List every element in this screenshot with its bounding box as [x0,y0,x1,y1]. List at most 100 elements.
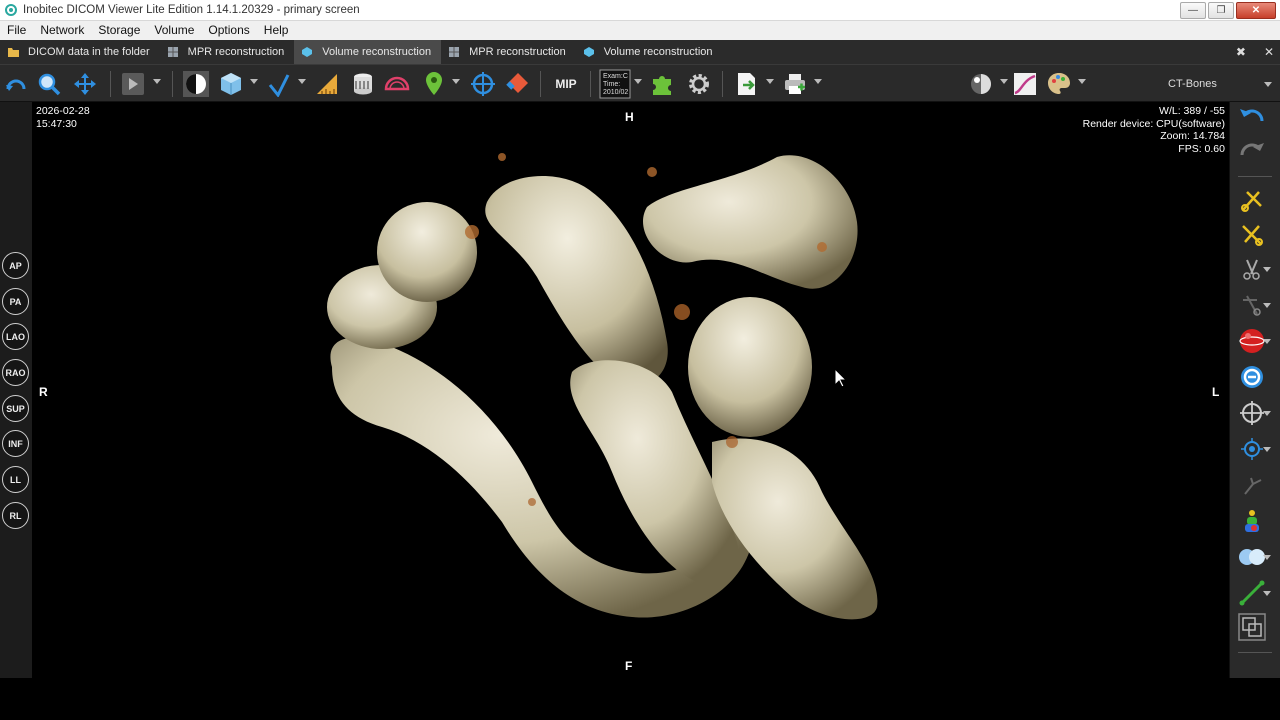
palette-dropdown-icon[interactable] [1078,79,1086,84]
tab-bar: DICOM data in the folder MPR reconstruct… [0,40,1280,64]
tab-label: MPR reconstruction [469,46,566,58]
scissors-icon [1241,191,1262,212]
tab-mpr-2[interactable]: MPR reconstruction [441,40,576,64]
fps-readout: FPS: 0.60 [1178,142,1225,155]
redo-icon [1240,143,1264,156]
double-circle-icon [1239,549,1265,565]
export-document-icon [738,73,755,95]
palette-button[interactable] [1044,69,1074,99]
print-button[interactable] [780,69,810,99]
cube-dropdown-icon[interactable] [250,79,258,84]
volume-icon [300,45,314,59]
settings-button[interactable] [684,69,714,99]
play-icon [122,73,144,95]
marker-button[interactable] [420,69,448,99]
exam-info-icon: Exam:C Time: 2010/02 [599,69,631,99]
pan-tool-button[interactable] [70,69,100,99]
arrow-dropdown-icon[interactable] [298,79,306,84]
tab-close-icon[interactable]: ✕ [1264,45,1274,59]
undo-button[interactable] [1230,102,1274,132]
path-tool-button[interactable] [1230,470,1274,500]
study-time: 15:47:30 [36,117,77,130]
scissors-disabled-button[interactable] [1230,290,1274,320]
mip-button[interactable]: MIP [548,69,584,99]
main-toolbar: MIP Exam:C Time: 2010/02 CT-Bones [0,64,1280,102]
scissors-disabled-icon [1243,295,1261,316]
arrow-annotation-button[interactable] [264,69,294,99]
minimize-button[interactable]: — [1180,2,1206,19]
view-sup-button[interactable]: SUP [2,395,29,422]
transfer-function-button[interactable] [1012,69,1038,99]
zoom-tool-button[interactable] [34,69,64,99]
lighting-dropdown-icon[interactable] [1000,79,1008,84]
view-ll-button[interactable]: LL [2,466,29,493]
marker-dropdown-icon[interactable] [452,79,460,84]
exam-dropdown-icon[interactable] [634,79,642,84]
play-dropdown-icon[interactable] [153,79,161,84]
exam-info-button[interactable]: Exam:C Time: 2010/02 [598,69,632,99]
lighting-button[interactable] [966,69,996,99]
play-button[interactable] [118,69,148,99]
copy-frames-icon [1238,613,1266,641]
title-bar: Inobitec DICOM Viewer Lite Edition 1.14.… [0,0,1280,21]
menu-help[interactable]: Help [257,21,296,40]
ring-tool-button[interactable] [1230,362,1274,392]
scissors-yellow-button[interactable] [1230,186,1274,216]
view-inf-button[interactable]: INF [2,430,29,457]
view-ap-button[interactable]: AP [2,252,29,279]
scissors-gray-button[interactable] [1230,254,1274,284]
sphere-light-icon [971,74,991,94]
view-rl-button[interactable]: RL [2,502,29,529]
menu-options[interactable]: Options [201,21,256,40]
location-pin-icon [426,72,442,95]
copy-view-button[interactable] [1230,612,1274,642]
crosshair-button[interactable] [468,69,498,99]
menu-file[interactable]: File [0,21,33,40]
sculpt-sphere-button[interactable] [1230,326,1274,356]
eraser-button[interactable] [502,69,532,99]
window-level-button[interactable] [180,69,212,99]
redo-button[interactable] [1230,136,1274,166]
menu-storage[interactable]: Storage [91,21,147,40]
volume-cube-button[interactable] [216,69,246,99]
angle-button[interactable] [382,69,412,99]
arrow-down-icon [268,74,290,97]
cylinder-measure-button[interactable] [348,69,378,99]
view-lao-button[interactable]: LAO [2,323,29,350]
rotate-tool-button[interactable] [2,69,30,99]
tab-mpr-1[interactable]: MPR reconstruction [160,40,295,64]
close-window-button[interactable]: ✕ [1236,2,1276,19]
gear-icon [689,74,709,94]
tab-label: DICOM data in the folder [28,46,150,58]
compare-button[interactable] [1230,542,1274,572]
protractor-icon [384,76,410,91]
cube-icon [221,73,241,95]
tab-dicom-folder[interactable]: DICOM data in the folder [0,40,160,64]
line-tool-button[interactable] [1230,578,1274,608]
tab-label: Volume reconstruction [603,46,713,58]
scissors-inverse-button[interactable] [1230,220,1274,250]
orientation-right: L [1212,385,1220,399]
target-button[interactable] [1230,398,1274,428]
export-dropdown-icon[interactable] [766,79,774,84]
color-segment-button[interactable] [1230,506,1274,536]
eraser-icon [506,73,528,93]
view-rao-button[interactable]: RAO [2,359,29,386]
restore-button[interactable]: ❐ [1208,2,1234,19]
export-button[interactable] [732,69,762,99]
scissors-inverse-icon [1242,225,1263,246]
tab-pin-icon[interactable]: ✖ [1236,45,1246,59]
print-dropdown-icon[interactable] [814,79,822,84]
plugins-button[interactable] [648,69,678,99]
view-pa-button[interactable]: PA [2,288,29,315]
printer-icon [785,74,805,94]
menu-volume[interactable]: Volume [147,21,201,40]
mpr-icon [447,45,461,59]
tab-volume-2[interactable]: Volume reconstruction [576,40,723,64]
tab-volume-1[interactable]: Volume reconstruction [294,40,442,64]
volume-viewport[interactable]: 2026-02-28 15:47:30 W/L: 389 / -55 Rende… [32,102,1229,678]
preset-selector[interactable]: CT-Bones [1142,75,1272,93]
point-tool-button[interactable] [1230,434,1274,464]
ruler-button[interactable] [312,69,342,99]
menu-network[interactable]: Network [33,21,91,40]
